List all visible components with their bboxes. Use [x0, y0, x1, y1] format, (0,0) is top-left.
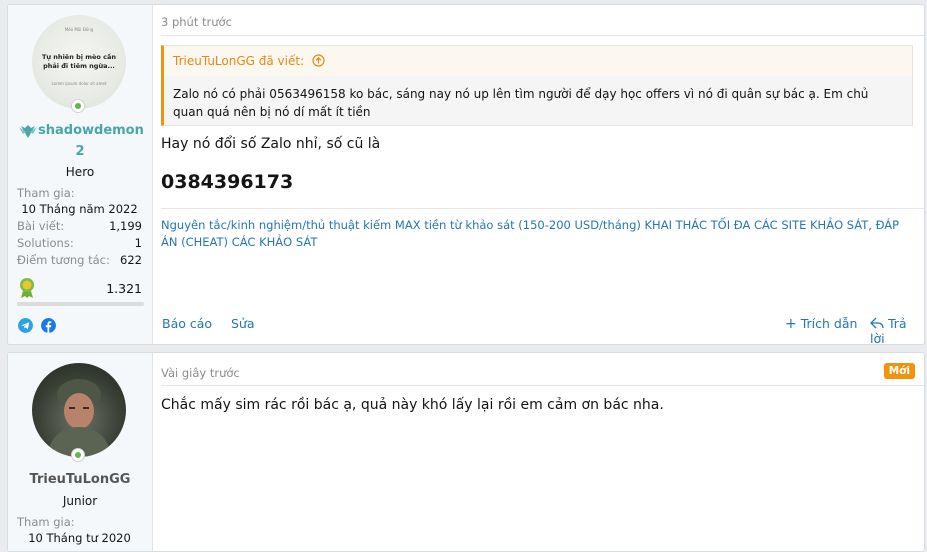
- rank-value: 1.321: [106, 281, 142, 296]
- user-title: Junior: [62, 494, 98, 508]
- avatar-caption: Tự nhiên bị mèo cần phải đi tiêm ngừa...: [41, 53, 117, 70]
- reply-action[interactable]: Trả lời: [870, 316, 924, 344]
- signature-link[interactable]: Nguyên tắc/kinh nghiệm/thủ thuật kiếm MA…: [161, 217, 916, 251]
- report-link[interactable]: Báo cáo: [162, 316, 212, 331]
- message-text: Hay nó đổi số Zalo nhỉ, số cũ là: [161, 136, 381, 152]
- joined-value: 10 Tháng năm 2022: [21, 202, 138, 216]
- quote-block: TrieuTuLonGG đã viết: Zalo nó có phải 05…: [161, 45, 913, 126]
- post-content: Vài giây trước Mới Chắc mấy sim rác rồi …: [153, 353, 924, 551]
- online-icon: [71, 99, 85, 113]
- quote-action-label: Trích dẫn: [800, 316, 858, 331]
- wings-badge-icon: [19, 125, 37, 138]
- avatar-image: [47, 379, 111, 457]
- post-2: TrieuTuLonGG Junior Tham gia: 10 Tháng t…: [7, 352, 925, 552]
- signature-divider: [161, 208, 924, 209]
- points-value: 622: [120, 253, 142, 267]
- message-phone: 0384396173: [161, 171, 294, 193]
- joined-label: Tham gia:: [17, 186, 75, 200]
- post-time[interactable]: Vài giây trước: [161, 366, 240, 380]
- telegram-icon[interactable]: [18, 318, 33, 333]
- username-line1[interactable]: shadowdemon: [38, 121, 150, 141]
- post-content: 3 phút trước TrieuTuLonGG đã viết: Zalo …: [153, 5, 924, 344]
- divider: [161, 385, 924, 386]
- quote-action[interactable]: + Trích dẫn: [785, 316, 857, 332]
- posts-value: 1,199: [109, 219, 142, 233]
- online-icon: [71, 448, 85, 462]
- avatar[interactable]: Mèo Mũi Đồng Tự nhiên bị mèo cần phải đi…: [32, 15, 126, 109]
- divider: [161, 35, 924, 36]
- posts-label: Bài viết:: [17, 219, 65, 233]
- rank-medal-icon[interactable]: [18, 277, 36, 299]
- username-line2[interactable]: 2: [8, 142, 152, 162]
- username[interactable]: TrieuTuLonGG: [8, 470, 152, 490]
- plus-icon: +: [785, 316, 797, 332]
- facebook-icon[interactable]: [41, 318, 56, 333]
- quote-header: TrieuTuLonGG đã viết:: [164, 46, 912, 76]
- quote-body: Zalo nó có phải 0563496158 ko bác, sáng …: [173, 87, 869, 119]
- joined-label: Tham gia:: [17, 515, 75, 529]
- quote-author[interactable]: TrieuTuLonGG đã viết:: [173, 54, 304, 68]
- user-title: Hero: [65, 165, 95, 179]
- solutions-value: 1: [134, 236, 142, 250]
- new-badge: Mới: [883, 363, 915, 379]
- user-info-panel: TrieuTuLonGG Junior Tham gia: 10 Tháng t…: [8, 353, 153, 551]
- avatar-caption-bottom: Lorem ipsum dolor sit amet: [51, 81, 107, 86]
- reply-icon: [870, 317, 884, 329]
- user-info-panel: Mèo Mũi Đồng Tự nhiên bị mèo cần phải đi…: [8, 5, 153, 344]
- post-time[interactable]: 3 phút trước: [161, 15, 232, 29]
- rank-progress-bar: [17, 302, 144, 306]
- message-text: Chắc mấy sim rác rồi bác ạ, quả này khó …: [161, 397, 664, 413]
- points-label: Điểm tương tác:: [17, 253, 110, 267]
- avatar-caption-top: Mèo Mũi Đồng: [64, 27, 94, 32]
- post-1: Mèo Mũi Đồng Tự nhiên bị mèo cần phải đi…: [7, 4, 925, 345]
- avatar[interactable]: [32, 363, 126, 457]
- joined-value: 10 Tháng tư 2020: [28, 531, 131, 545]
- edit-link[interactable]: Sửa: [231, 316, 255, 331]
- arrow-up-circle-icon[interactable]: [312, 54, 325, 67]
- solutions-label: Solutions:: [17, 236, 74, 250]
